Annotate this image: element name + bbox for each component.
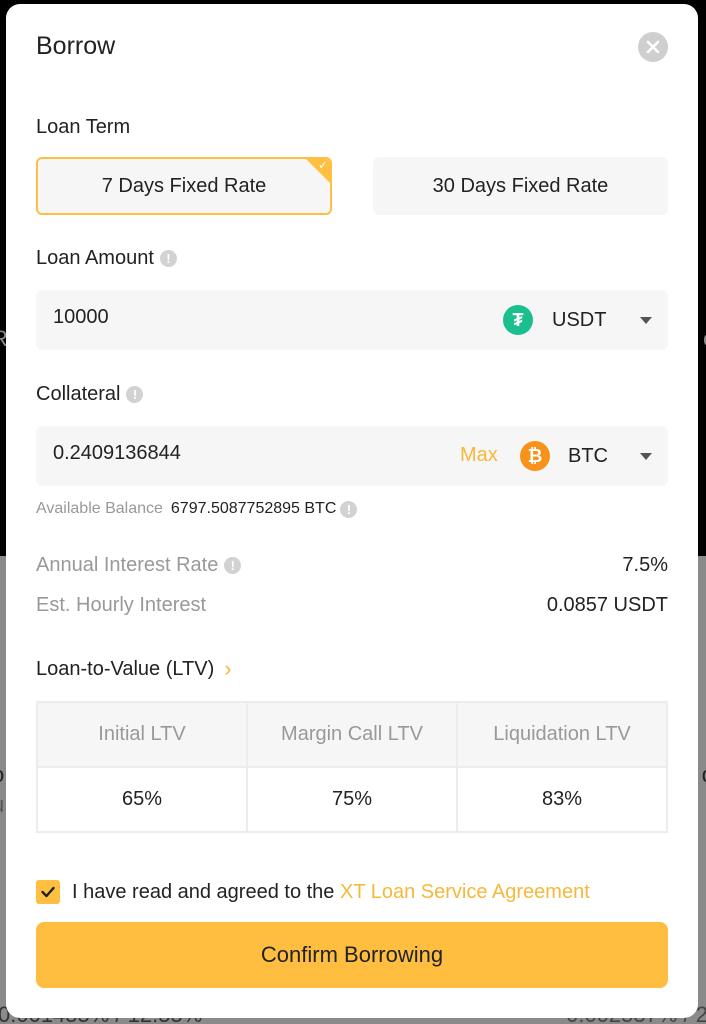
loan-coin-select[interactable]: USDT [552, 309, 606, 332]
term-option-label: 7 Days Fixed Rate [101, 174, 267, 197]
balance-value: 6797.5087752895 BTC [170, 500, 337, 517]
annual-rate-value: 7.5% [622, 554, 668, 576]
background-text: d [702, 762, 706, 788]
modal-title: Borrow [36, 32, 116, 60]
background-text: u [0, 792, 4, 818]
loan-term-label: Loan Term [36, 116, 130, 139]
loan-amount-field: ₮ USDT [36, 290, 668, 350]
hourly-interest-label: Est. Hourly Interest [36, 594, 207, 616]
collateral-label-text: Collateral [36, 383, 121, 405]
collateral-field: Max ₿ BTC [36, 426, 668, 486]
check-icon [41, 886, 55, 898]
collateral-input[interactable] [53, 442, 433, 465]
ltv-header-liquidation: Liquidation LTV [456, 701, 668, 768]
available-balance: Available Balance 6797.5087752895 BTC ! [36, 500, 358, 518]
ltv-header-row: Initial LTV Margin Call LTV Liquidation … [36, 701, 668, 768]
collateral-coin-select[interactable]: BTC [568, 445, 608, 468]
info-icon[interactable]: ! [340, 500, 358, 518]
ltv-value-margin-call: 75% [246, 766, 458, 833]
close-button[interactable] [638, 32, 668, 62]
hourly-interest-value: 0.0857 USDT [546, 594, 668, 616]
chevron-right-icon: › [224, 656, 232, 681]
ltv-table: Initial LTV Margin Call LTV Liquidation … [36, 701, 668, 833]
collateral-label: Collateral ! [36, 383, 144, 406]
ltv-value-row: 65% 75% 83% [36, 766, 668, 833]
check-icon: ✓ [317, 158, 328, 172]
info-icon[interactable]: ! [224, 557, 242, 574]
agreement-text: I have read and agreed to the [72, 880, 340, 903]
borrow-modal: Borrow Loan Term 7 Days Fixed Rate ✓ 30 … [6, 4, 698, 1018]
hourly-interest-row: Est. Hourly Interest 0.0857 USDT [36, 594, 668, 617]
term-option-7-days[interactable]: 7 Days Fixed Rate ✓ [36, 157, 332, 215]
ltv-title: Loan-to-Value (LTV) [36, 657, 215, 680]
chevron-down-icon[interactable] [640, 453, 652, 460]
btc-coin-icon: ₿ [520, 441, 550, 471]
annual-interest-row: Annual Interest Rate! 7.5% [36, 554, 668, 577]
loan-amount-label-text: Loan Amount [36, 247, 154, 269]
loan-term-label-text: Loan Term [36, 116, 131, 138]
close-icon [646, 40, 660, 54]
loan-amount-label: Loan Amount ! [36, 247, 177, 270]
agreement-checkbox[interactable] [36, 880, 60, 904]
ltv-value-liquidation: 83% [456, 766, 668, 833]
term-option-30-days[interactable]: 30 Days Fixed Rate [373, 157, 668, 215]
ltv-header-initial: Initial LTV [36, 701, 248, 768]
agreement-row: I have read and agreed to the XT Loan Se… [36, 880, 590, 904]
confirm-borrowing-button[interactable]: Confirm Borrowing [36, 922, 668, 988]
max-button[interactable]: Max [460, 444, 498, 467]
info-icon[interactable]: ! [159, 250, 177, 267]
chevron-down-icon[interactable] [640, 317, 652, 324]
info-icon[interactable]: ! [126, 386, 144, 403]
balance-label: Available Balance [36, 500, 163, 517]
usdt-coin-icon: ₮ [503, 305, 533, 335]
term-option-label: 30 Days Fixed Rate [432, 174, 609, 197]
annual-rate-label: Annual Interest Rate [36, 554, 219, 576]
ltv-value-initial: 65% [36, 766, 248, 833]
ltv-header-margin-call: Margin Call LTV [246, 701, 458, 768]
agreement-link[interactable]: XT Loan Service Agreement [340, 881, 590, 903]
ltv-link[interactable]: Loan-to-Value (LTV) › [36, 656, 232, 682]
loan-amount-input[interactable] [53, 306, 433, 329]
